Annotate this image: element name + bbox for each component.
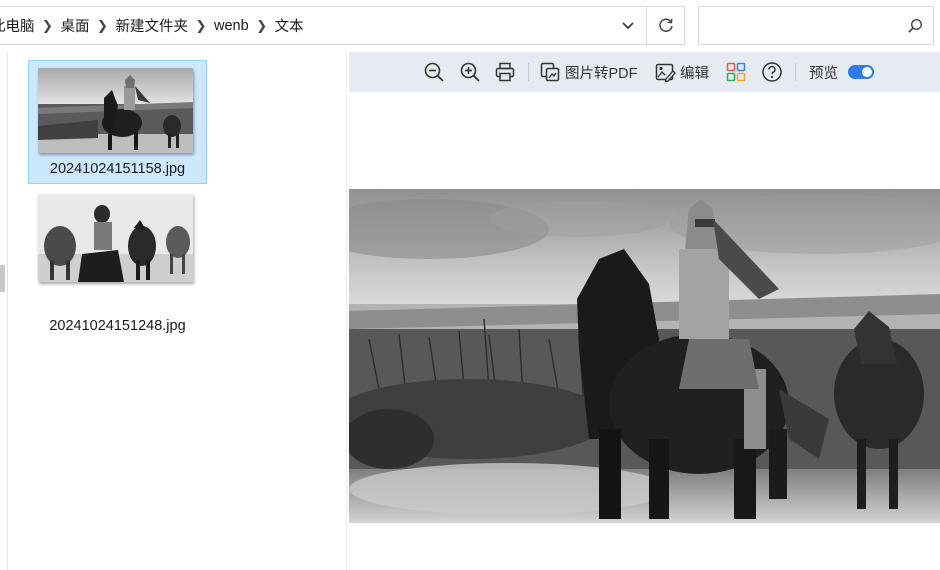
- nav-scrollbar-thumb[interactable]: [0, 265, 5, 292]
- edit-button[interactable]: 编辑: [654, 60, 709, 84]
- breadcrumb-item-this-pc[interactable]: 此电脑: [0, 15, 37, 36]
- preview-label: 预览: [809, 65, 838, 82]
- preview-pane: 图片转PDF 编辑 预览: [349, 52, 940, 570]
- refresh-icon: [658, 18, 673, 32]
- search-button[interactable]: [905, 16, 925, 36]
- zoom-in-icon: [460, 62, 480, 82]
- knights-charge-image: [349, 189, 940, 523]
- navigation-pane: [0, 52, 8, 570]
- file-item[interactable]: 20241024151158.jpg: [28, 60, 207, 184]
- help-icon: [762, 62, 782, 82]
- address-dropdown-button[interactable]: [611, 7, 645, 44]
- chevron-right-icon[interactable]: ❯: [92, 18, 114, 34]
- chevron-down-icon: [622, 21, 634, 29]
- breadcrumb-item-wenb[interactable]: wenb: [212, 18, 251, 34]
- chevron-right-icon[interactable]: ❯: [37, 18, 59, 34]
- zoom-out-button[interactable]: [423, 60, 445, 84]
- refresh-button[interactable]: [647, 7, 684, 44]
- search-icon: [908, 18, 923, 33]
- to-pdf-button[interactable]: 图片转PDF: [539, 60, 638, 84]
- preview-toggle[interactable]: [848, 65, 874, 79]
- chevron-right-icon[interactable]: ❯: [190, 18, 212, 34]
- preview-image: [349, 189, 940, 523]
- print-button[interactable]: [494, 60, 516, 84]
- thumbnail-knights-image: [38, 68, 193, 153]
- apps-icon: [726, 62, 746, 82]
- chevron-right-icon[interactable]: ❯: [251, 18, 273, 34]
- thumbnail-rider-image: [38, 194, 193, 282]
- to-pdf-label: 图片转PDF: [565, 65, 638, 82]
- edit-image-icon: [655, 63, 676, 83]
- zoom-out-icon: [424, 62, 444, 82]
- search-box[interactable]: [698, 6, 934, 45]
- pane-divider[interactable]: [346, 52, 347, 570]
- file-item[interactable]: 20241024151248.jpg: [28, 184, 207, 334]
- preview-toggle-group[interactable]: 预览: [809, 60, 874, 84]
- apps-button[interactable]: [725, 60, 747, 84]
- image-to-pdf-icon: [540, 62, 560, 82]
- breadcrumb-item-text[interactable]: 文本: [273, 15, 306, 36]
- toolbar-divider: [528, 63, 529, 81]
- breadcrumb: 此电脑 ❯ 桌面 ❯ 新建文件夹 ❯ wenb ❯ 文本: [0, 7, 306, 44]
- edit-label: 编辑: [680, 65, 709, 82]
- help-button[interactable]: [761, 60, 783, 84]
- address-bar[interactable]: 此电脑 ❯ 桌面 ❯ 新建文件夹 ❯ wenb ❯ 文本: [0, 6, 685, 45]
- search-input[interactable]: [705, 13, 895, 38]
- file-list: 20241024151158.jpg 20241024151248.jpg: [9, 52, 346, 570]
- zoom-in-button[interactable]: [459, 60, 481, 84]
- file-thumbnail: [38, 68, 193, 153]
- breadcrumb-item-desktop[interactable]: 桌面: [59, 15, 92, 36]
- toolbar-divider: [795, 63, 796, 81]
- file-thumbnail: [38, 194, 193, 282]
- breadcrumb-item-new-folder[interactable]: 新建文件夹: [114, 15, 191, 36]
- file-name: 20241024151158.jpg: [49, 161, 186, 177]
- file-name: 20241024151248.jpg: [49, 318, 186, 334]
- preview-toolbar: 图片转PDF 编辑 预览: [349, 52, 940, 92]
- address-row: 此电脑 ❯ 桌面 ❯ 新建文件夹 ❯ wenb ❯ 文本: [0, 0, 940, 52]
- print-icon: [495, 62, 515, 82]
